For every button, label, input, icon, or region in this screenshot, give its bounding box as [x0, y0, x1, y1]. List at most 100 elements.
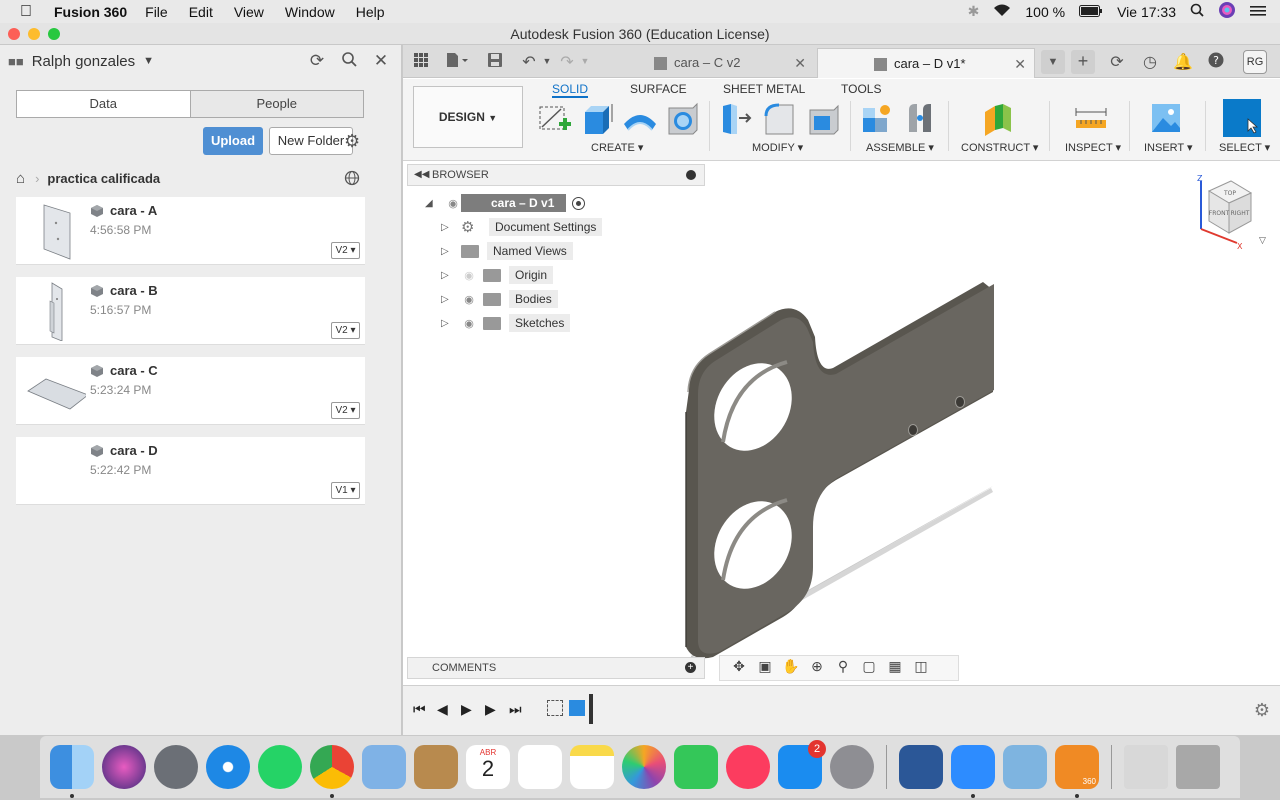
finder-icon[interactable] [50, 745, 94, 798]
browser-node-bodies[interactable]: ▷ ◉ Bodies [441, 288, 558, 310]
launchpad-rocket-icon[interactable] [154, 745, 198, 789]
create-sketch-icon[interactable] [537, 102, 573, 136]
go-to-start-icon[interactable]: ⏮ [413, 701, 426, 718]
tab-cara-d[interactable]: cara – D v1* ✕ [817, 48, 1035, 78]
contacts-icon[interactable] [414, 745, 458, 789]
word-icon[interactable] [899, 745, 943, 789]
user-avatar[interactable]: RG [1243, 50, 1267, 74]
chevron-down-icon[interactable]: ▼ [575, 56, 595, 76]
workspace-switcher[interactable]: DESIGN ▼ [413, 86, 523, 148]
extrude-icon[interactable] [579, 102, 615, 136]
close-tab-icon[interactable]: ✕ [1014, 49, 1026, 79]
menu-app-name[interactable]: Fusion 360 [54, 4, 127, 20]
file-card-cara-c[interactable]: cara - C 5:23:24 PM V2 ▾ [16, 357, 365, 425]
browser-node-sketches[interactable]: ▷ ◉ Sketches [441, 312, 571, 334]
upload-button[interactable]: Upload [203, 127, 263, 155]
comments-panel-header[interactable]: COMMENTS + [407, 657, 705, 679]
press-pull-icon[interactable] [719, 102, 755, 136]
redo-icon[interactable]: ↷ [557, 52, 577, 72]
zoom-app-icon[interactable] [951, 745, 995, 798]
modify-menu[interactable]: MODIFY ▾ [752, 141, 803, 154]
menu-view[interactable]: View [234, 4, 264, 20]
refresh-icon[interactable]: ⟳ [307, 51, 327, 71]
photos-icon[interactable] [622, 745, 666, 789]
look-at-icon[interactable]: ▣ [752, 658, 778, 678]
chrome-icon[interactable] [310, 745, 354, 798]
viewports-icon[interactable]: ◫ [908, 658, 934, 678]
version-dropdown[interactable]: V2 ▾ [331, 242, 360, 259]
fillet-icon[interactable] [763, 102, 799, 136]
browser-node-document-settings[interactable]: ▷ ⚙ Document Settings [441, 216, 603, 238]
system-preferences-gear-icon[interactable] [830, 745, 874, 789]
fusion-360-icon[interactable]: 360 [1055, 745, 1099, 798]
close-icon[interactable]: ✕ [371, 51, 391, 71]
app-store-icon[interactable]: 2 [778, 740, 826, 789]
zoom-window-button[interactable] [48, 28, 60, 40]
select-menu[interactable]: SELECT ▾ [1219, 141, 1270, 154]
small-hole[interactable] [908, 424, 918, 436]
control-center-icon[interactable] [1250, 4, 1266, 20]
measure-icon[interactable] [1073, 102, 1109, 136]
file-card-cara-d[interactable]: cara - D 5:22:42 PM V1 ▾ [16, 437, 365, 505]
calendar-icon[interactable]: ABR 2 [466, 745, 510, 789]
menu-edit[interactable]: Edit [189, 4, 213, 20]
clock[interactable]: Vie 17:33 [1117, 4, 1176, 20]
browser-minimize-icon[interactable] [686, 170, 696, 180]
reminders-icon[interactable] [518, 745, 562, 789]
browser-root-node[interactable]: ◢ ◉ cara – D v1 [425, 192, 586, 214]
help-icon[interactable]: ? [1206, 52, 1226, 72]
activate-radio-icon[interactable] [572, 196, 586, 210]
siri-icon[interactable] [102, 745, 146, 789]
tab-cara-c[interactable]: cara – C v2 ✕ [596, 48, 814, 78]
small-hole[interactable] [955, 396, 965, 408]
tab-surface[interactable]: SURFACE [630, 80, 687, 98]
visibility-eye-icon[interactable]: ◉ [445, 197, 461, 210]
menu-file[interactable]: File [145, 4, 168, 20]
revolve-icon[interactable] [622, 102, 658, 136]
version-dropdown[interactable]: V2 ▾ [331, 322, 360, 339]
tab-sheet-metal[interactable]: SHEET METAL [723, 80, 805, 98]
tab-tools[interactable]: TOOLS [841, 80, 881, 98]
settings-gear-icon[interactable]: ⚙ [1254, 700, 1270, 721]
spotlight-search-icon[interactable] [1190, 3, 1204, 20]
create-menu[interactable]: CREATE ▾ [591, 141, 643, 154]
construct-menu[interactable]: CONSTRUCT ▾ [961, 141, 1038, 154]
pan-hand-icon[interactable]: ✋ [778, 658, 804, 678]
shell-icon[interactable] [806, 102, 842, 136]
facetime-icon[interactable] [674, 745, 718, 789]
close-tab-icon[interactable]: ✕ [794, 48, 806, 78]
new-component-icon[interactable] [859, 102, 895, 136]
visibility-eye-icon[interactable]: ◉ [461, 293, 477, 306]
trash-icon[interactable] [1176, 745, 1220, 789]
tab-overflow-chevron-icon[interactable]: ▼ [1041, 50, 1065, 74]
offset-plane-icon[interactable] [981, 102, 1017, 136]
timeline-extrude-feature-icon[interactable] [569, 700, 585, 716]
timeline-marker[interactable] [589, 694, 593, 724]
chevron-down-icon[interactable]: ▼ [537, 56, 557, 76]
file-card-cara-a[interactable]: cara - A 4:56:58 PM V2 ▾ [16, 197, 365, 265]
expand-triangle-icon[interactable]: ▷ [441, 222, 455, 233]
bluetooth-icon[interactable]: ✱ [968, 3, 980, 20]
viewcube-menu-chevron-icon[interactable]: ▽ [1259, 235, 1266, 246]
breadcrumb-folder[interactable]: practica calificada [47, 171, 160, 186]
zoom-icon[interactable]: ⊕ [804, 658, 830, 678]
siri-icon[interactable] [1218, 1, 1236, 22]
notes-icon[interactable] [570, 745, 614, 789]
timeline-sketch-feature-icon[interactable] [547, 700, 563, 716]
joint-icon[interactable] [903, 102, 939, 136]
notifications-bell-icon[interactable]: 🔔 [1173, 52, 1193, 72]
file-menu-icon[interactable] [445, 52, 468, 72]
go-to-end-icon[interactable]: ⏭ [509, 701, 522, 718]
extensions-icon[interactable]: ⟳ [1107, 52, 1127, 72]
visibility-hidden-eye-icon[interactable]: ◉ [461, 269, 477, 282]
version-dropdown[interactable]: V1 ▾ [331, 482, 360, 499]
insert-image-icon[interactable] [1149, 102, 1185, 136]
undo-icon[interactable]: ↶ [519, 52, 539, 72]
expand-triangle-icon[interactable]: ▷ [441, 294, 455, 305]
step-back-icon[interactable]: ◀ [437, 701, 448, 718]
display-settings-icon[interactable]: ▢ [856, 658, 882, 678]
expand-triangle-icon[interactable]: ▷ [441, 270, 455, 281]
tab-data[interactable]: Data [17, 91, 190, 117]
job-status-clock-icon[interactable]: ◷ [1140, 52, 1160, 72]
select-tool-icon[interactable] [1223, 99, 1261, 137]
